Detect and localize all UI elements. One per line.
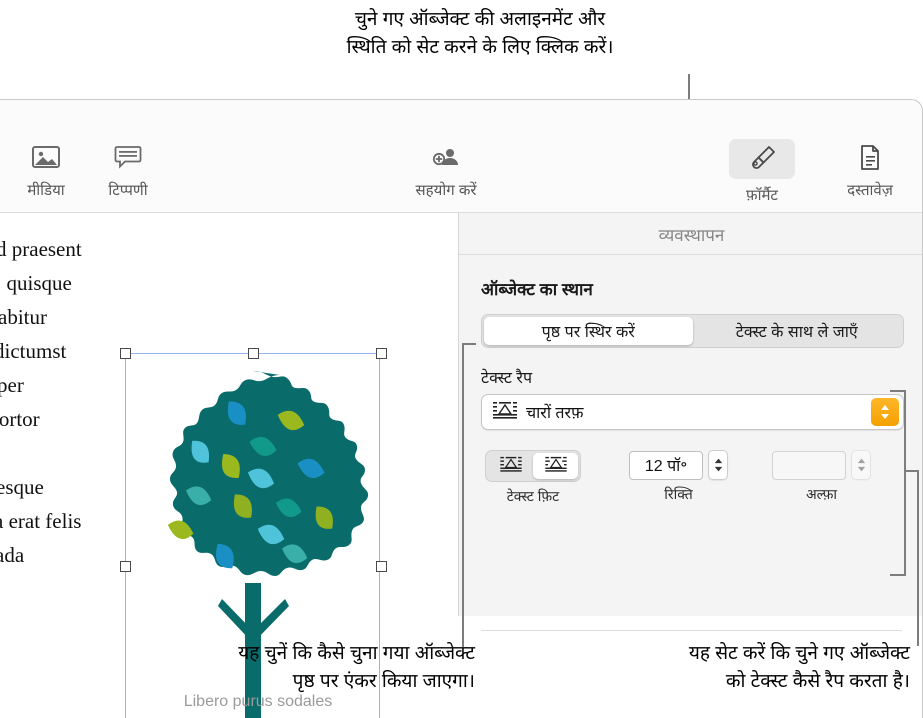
- doc-text-line: , quisque: [0, 271, 72, 295]
- toolbar-item-format[interactable]: फ़ॉर्मैट: [719, 139, 805, 205]
- resize-handle-top-center[interactable]: [248, 348, 259, 359]
- doc-text-line: rabitur: [0, 305, 47, 329]
- segment-move-with-text[interactable]: टेक्स्ट के साथ ले जाएँ: [693, 317, 902, 345]
- toolbar-label-media: मीडिया: [27, 182, 65, 199]
- segment-stay-on-page[interactable]: पृष्ठ पर स्थिर करें: [484, 317, 693, 345]
- top-callout-text: चुने गए ऑब्जेक्ट की अलाइनमेंट और स्थिति …: [346, 9, 614, 58]
- toolbar-item-media[interactable]: मीडिया: [3, 144, 89, 200]
- wrap-options-row: टेक्स्ट फ़िट 12 पॉ॰ रिक्ति अल्फ़ा: [481, 450, 902, 506]
- text-fit-control[interactable]: टेक्स्ट फ़िट: [485, 450, 581, 506]
- alpha-field[interactable]: [772, 450, 871, 480]
- alpha-caption: अल्फ़ा: [805, 486, 838, 502]
- toolbar-label-comment: टिप्पणी: [108, 182, 148, 199]
- doc-text-line: dictumst: [0, 339, 67, 363]
- spacing-caption: रिक्ति: [664, 486, 693, 502]
- comment-icon: [85, 144, 171, 178]
- panel-section-divider: [481, 630, 902, 631]
- resize-handle-middle-left[interactable]: [120, 561, 131, 572]
- bottom-left-callout-elbow: [462, 343, 476, 345]
- spacing-value[interactable]: 12 पॉ॰: [629, 450, 703, 480]
- text-wrap-stepper[interactable]: [871, 398, 899, 426]
- spacing-stepper[interactable]: [708, 450, 728, 480]
- doc-text-line: a erat felis: [0, 509, 82, 533]
- document-icon: [827, 144, 913, 178]
- text-fit-loose-icon: [499, 456, 523, 477]
- text-wrap-bracket-top: [890, 390, 906, 392]
- bottom-left-callout-leader-line: [462, 343, 464, 647]
- text-wrap-value: चारों तरफ़: [526, 405, 584, 422]
- toolbar-label-document: दस्तावेज़: [847, 182, 893, 199]
- text-wrap-bracket-vertical: [904, 390, 906, 576]
- collaborate-icon: [398, 144, 494, 178]
- toolbar: मीडिया टिप्पणी सहयोग करें फ़ॉर्मैट दस्ता…: [0, 100, 922, 213]
- text-fit-tight-option[interactable]: [533, 453, 578, 479]
- object-placement-title: ऑब्जेक्ट का स्थान: [481, 280, 593, 299]
- media-icon: [3, 144, 89, 178]
- format-brush-icon: [747, 144, 777, 174]
- toolbar-item-collaborate[interactable]: सहयोग करें: [398, 144, 494, 200]
- bottom-right-callout-text: यह सेट करें कि चुने गए ऑब्जेक्ट को टेक्स…: [688, 643, 910, 692]
- text-fit-tight-icon: [544, 456, 568, 477]
- doc-text-line: esque: [0, 475, 44, 499]
- alpha-stepper[interactable]: [851, 450, 871, 480]
- resize-handle-top-left[interactable]: [120, 348, 131, 359]
- text-wrap-select[interactable]: चारों तरफ़: [481, 394, 904, 430]
- toolbar-item-document[interactable]: दस्तावेज़: [827, 144, 913, 200]
- doc-text-line: ada: [0, 543, 25, 567]
- text-fit-segmented-control[interactable]: [485, 450, 581, 482]
- format-panel: व्यवस्थापन ऑब्जेक्ट का स्थान पृष्ठ पर स्…: [458, 213, 922, 631]
- bottom-left-callout-text: यह चुनें कि कैसे चुना गया ऑब्जेक्ट पृष्ठ…: [238, 643, 475, 692]
- bottom-right-callout-elbow: [904, 470, 919, 472]
- doc-text-line: d praesent: [0, 237, 82, 261]
- text-wrap-label: टेक्स्ट रैप: [481, 370, 533, 387]
- panel-body: ऑब्जेक्ट का स्थान पृष्ठ पर स्थिर करें टे…: [459, 277, 922, 631]
- doc-text-line: per: [0, 373, 24, 397]
- wrap-around-icon: [492, 401, 518, 424]
- spacing-field[interactable]: 12 पॉ॰: [629, 450, 728, 480]
- text-fit-loose-option[interactable]: [488, 453, 533, 479]
- format-button-highlight: [729, 139, 795, 179]
- object-placement-segmented-control[interactable]: पृष्ठ पर स्थिर करें टेक्स्ट के साथ ले जा…: [481, 314, 904, 348]
- text-wrap-bracket-bottom: [890, 574, 906, 576]
- toolbar-item-comment[interactable]: टिप्पणी: [85, 144, 171, 200]
- resize-handle-middle-right[interactable]: [376, 561, 387, 572]
- toolbar-label-format: फ़ॉर्मैट: [746, 187, 778, 204]
- text-fit-caption: टेक्स्ट फ़िट: [506, 488, 560, 504]
- bottom-right-callout-leader-line: [917, 470, 919, 646]
- spacing-control[interactable]: 12 पॉ॰ रिक्ति: [629, 450, 728, 504]
- alpha-value[interactable]: [772, 450, 846, 480]
- tab-arrange[interactable]: व्यवस्थापन: [459, 223, 922, 246]
- resize-handle-top-right[interactable]: [376, 348, 387, 359]
- alpha-control[interactable]: अल्फ़ा: [772, 450, 871, 504]
- panel-tab-bar: व्यवस्थापन: [459, 213, 922, 255]
- doc-text-line: tortor: [0, 407, 40, 431]
- toolbar-label-collaborate: सहयोग करें: [415, 182, 477, 199]
